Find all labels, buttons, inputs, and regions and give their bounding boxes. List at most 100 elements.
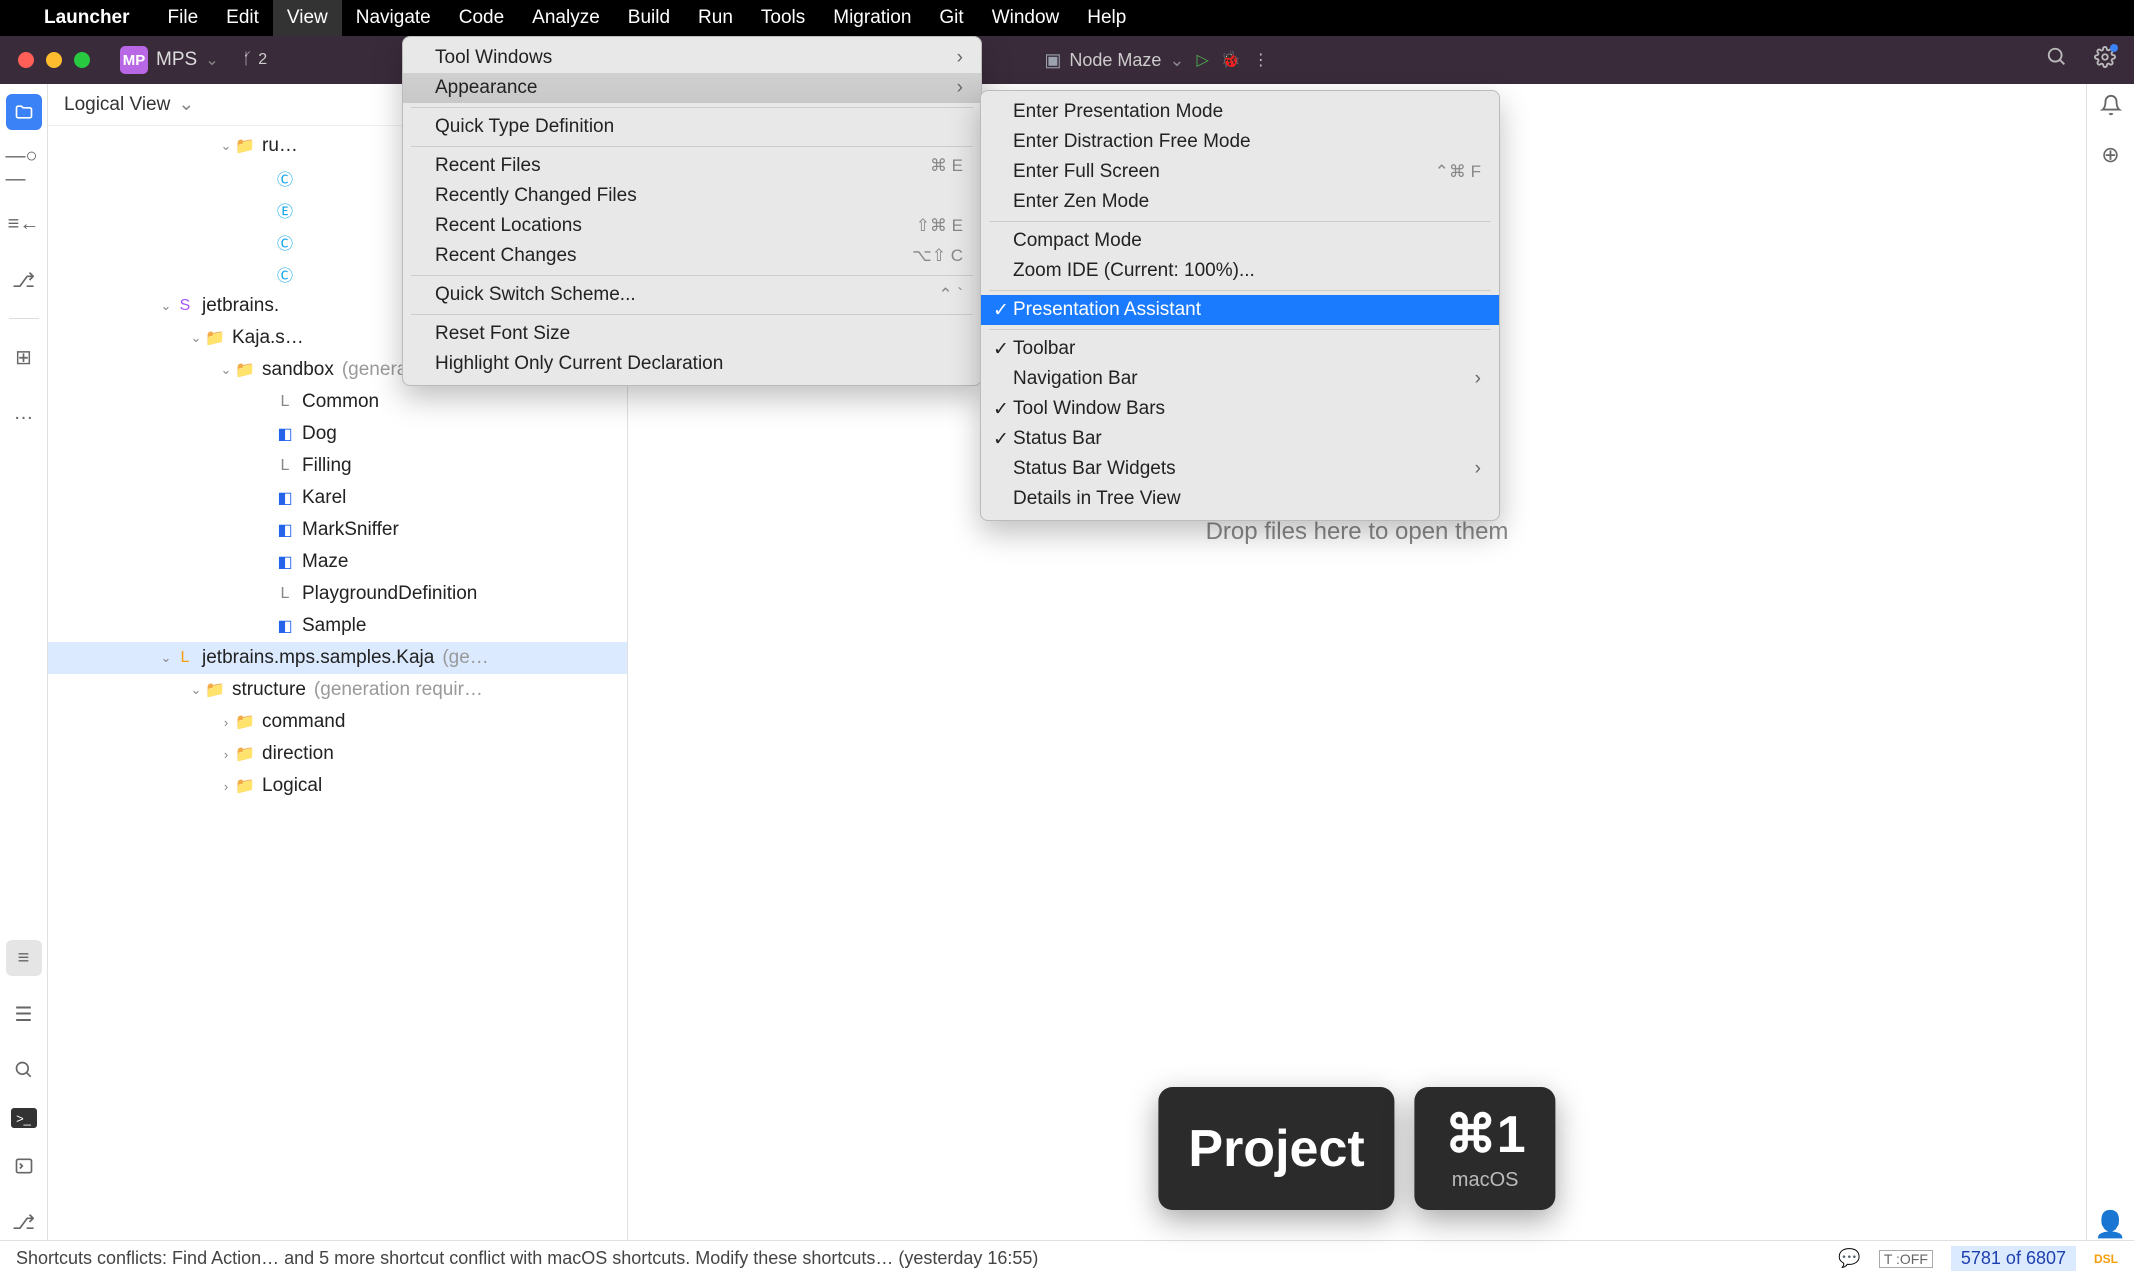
folder-m-icon: 📁 bbox=[234, 136, 256, 156]
tree-row[interactable]: ◧MarkSniffer bbox=[48, 514, 627, 546]
toff-indicator[interactable]: T :OFF bbox=[1879, 1250, 1933, 1268]
debug-icon[interactable]: 🐞 bbox=[1221, 50, 1241, 70]
menu-item[interactable]: Details in Tree View bbox=[981, 484, 1499, 514]
macos-menu-migration[interactable]: Migration bbox=[819, 0, 925, 36]
list-tool-icon[interactable]: ☰ bbox=[6, 996, 42, 1032]
folder-icon: 📁 bbox=[204, 328, 226, 348]
file-counter[interactable]: 5781 of 6807 bbox=[1951, 1246, 2076, 1271]
macos-menu-run[interactable]: Run bbox=[684, 0, 747, 36]
menu-item[interactable]: Enter Presentation Mode bbox=[981, 97, 1499, 127]
tree-row[interactable]: ◧Sample bbox=[48, 610, 627, 642]
run-config-dropdown[interactable]: ▣ Node Maze ⌄ bbox=[1044, 50, 1184, 71]
menu-item[interactable]: Zoom IDE (Current: 100%)... bbox=[981, 256, 1499, 286]
tree-chevron-icon[interactable]: ⌄ bbox=[158, 650, 174, 666]
settings-icon[interactable] bbox=[2094, 46, 2116, 74]
tree-chevron-icon[interactable]: ⌄ bbox=[158, 298, 174, 314]
vcs-branch-icon[interactable]: ᚶ bbox=[243, 51, 253, 69]
menu-item[interactable]: Recent Changes⌥⇧ C bbox=[403, 241, 981, 271]
terminal-tool-icon[interactable]: >_ bbox=[11, 1108, 37, 1128]
menu-item[interactable]: Recently Changed Files bbox=[403, 181, 981, 211]
macos-menu-navigate[interactable]: Navigate bbox=[342, 0, 445, 36]
tree-chevron-icon[interactable]: › bbox=[218, 779, 234, 794]
close-window-icon[interactable] bbox=[18, 52, 34, 68]
menu-item[interactable]: Compact Mode bbox=[981, 226, 1499, 256]
tree-row[interactable]: LPlaygroundDefinition bbox=[48, 578, 627, 610]
tree-row[interactable]: ›📁command bbox=[48, 706, 627, 738]
editor-nav-icon[interactable]: ≡ bbox=[6, 940, 42, 976]
fullscreen-window-icon[interactable] bbox=[74, 52, 90, 68]
macos-menu-code[interactable]: Code bbox=[445, 0, 518, 36]
menu-item[interactable]: Appearance› bbox=[403, 73, 981, 103]
menu-item[interactable]: ✓Presentation Assistant bbox=[981, 295, 1499, 325]
tree-row[interactable]: LFilling bbox=[48, 450, 627, 482]
macos-menu-tools[interactable]: Tools bbox=[747, 0, 819, 36]
menu-item[interactable]: Quick Type Definition bbox=[403, 112, 981, 142]
tree-row[interactable]: LCommon bbox=[48, 386, 627, 418]
app-name[interactable]: Launcher bbox=[44, 7, 130, 29]
menu-shortcut: ⇧⌘ E bbox=[916, 216, 963, 236]
tree-row[interactable]: ◧Dog bbox=[48, 418, 627, 450]
project-badge[interactable]: MP bbox=[120, 46, 148, 74]
macos-menu-analyze[interactable]: Analyze bbox=[518, 0, 614, 36]
tree-chevron-icon[interactable]: ⌄ bbox=[188, 330, 204, 346]
tree-row[interactable]: ◧Karel bbox=[48, 482, 627, 514]
menu-item[interactable]: ✓Status Bar bbox=[981, 424, 1499, 454]
menu-item[interactable]: Quick Switch Scheme...⌃ ` bbox=[403, 280, 981, 310]
menu-item[interactable]: Reset Font Size bbox=[403, 319, 981, 349]
project-tool-icon[interactable] bbox=[6, 94, 42, 130]
macos-menu-file[interactable]: File bbox=[154, 0, 213, 36]
rail-separator bbox=[9, 318, 39, 319]
tree-row[interactable]: ⌄Ljetbrains.mps.samples.Kaja(ge… bbox=[48, 642, 627, 674]
status-message[interactable]: Shortcuts conflicts: Find Action… and 5 … bbox=[16, 1248, 1838, 1269]
tree-chevron-icon[interactable]: ⌄ bbox=[218, 362, 234, 378]
tree-row[interactable]: ›📁Logical bbox=[48, 770, 627, 802]
menu-item[interactable]: Status Bar Widgets› bbox=[981, 454, 1499, 484]
tree-row[interactable]: ◧Maze bbox=[48, 546, 627, 578]
tree-chevron-icon[interactable]: › bbox=[218, 715, 234, 730]
tree-chevron-icon[interactable]: ⌄ bbox=[218, 138, 234, 154]
tree-row[interactable]: ›📁direction bbox=[48, 738, 627, 770]
search-icon[interactable] bbox=[2046, 46, 2068, 74]
commit-tool-icon[interactable]: —○— bbox=[6, 150, 42, 186]
menu-item[interactable]: Recent Files⌘ E bbox=[403, 151, 981, 181]
menu-item[interactable]: Navigation Bar› bbox=[981, 364, 1499, 394]
macos-menu-edit[interactable]: Edit bbox=[212, 0, 273, 36]
menu-item[interactable]: Tool Windows› bbox=[403, 43, 981, 73]
tree-chevron-icon[interactable]: › bbox=[218, 747, 234, 762]
project-name[interactable]: MPS bbox=[156, 49, 197, 71]
meetup-icon[interactable]: ⊕ bbox=[2101, 142, 2119, 168]
menu-item[interactable]: Enter Zen Mode bbox=[981, 187, 1499, 217]
macos-menu-help[interactable]: Help bbox=[1073, 0, 1140, 36]
macos-menu-view[interactable]: View bbox=[273, 0, 342, 36]
chat-icon[interactable]: 💬 bbox=[1838, 1248, 1860, 1269]
menu-item[interactable]: ✓Tool Window Bars bbox=[981, 394, 1499, 424]
avatar-icon[interactable]: 👤 bbox=[2094, 1209, 2126, 1240]
ide-titlebar: MP MPS ⌄ ᚶ 2 ▣ Node Maze ⌄ ▷ 🐞 ⋮ bbox=[0, 36, 2134, 84]
menu-item[interactable]: ✓Toolbar bbox=[981, 334, 1499, 364]
notifications-icon[interactable] bbox=[2100, 94, 2122, 122]
more-actions-icon[interactable]: ⋮ bbox=[1253, 50, 1269, 70]
minimize-window-icon[interactable] bbox=[46, 52, 62, 68]
dsl-widget[interactable]: DSL bbox=[2094, 1252, 2118, 1266]
services-tool-icon[interactable]: ⊞ bbox=[6, 339, 42, 375]
branch-count[interactable]: 2 bbox=[258, 51, 267, 69]
menu-item[interactable]: Recent Locations⇧⌘ E bbox=[403, 211, 981, 241]
macos-menu-window[interactable]: Window bbox=[978, 0, 1074, 36]
git-tool-icon[interactable]: ⎇ bbox=[6, 1204, 42, 1240]
menu-item[interactable]: Highlight Only Current Declaration bbox=[403, 349, 981, 379]
chevron-down-icon[interactable]: ⌄ bbox=[205, 50, 218, 70]
pres-action-card: Project bbox=[1158, 1087, 1394, 1210]
more-tools-icon[interactable]: … bbox=[6, 395, 42, 431]
tree-chevron-icon[interactable]: ⌄ bbox=[188, 682, 204, 698]
pull-requests-icon[interactable]: ⎇ bbox=[6, 262, 42, 298]
tree-label: PlaygroundDefinition bbox=[302, 583, 477, 605]
tree-row[interactable]: ⌄📁structure(generation requir… bbox=[48, 674, 627, 706]
menu-item[interactable]: Enter Full Screen⌃⌘ F bbox=[981, 157, 1499, 187]
structure-tool-icon[interactable]: ≡← bbox=[6, 206, 42, 242]
find-tool-icon[interactable] bbox=[6, 1052, 42, 1088]
macos-menu-git[interactable]: Git bbox=[925, 0, 977, 36]
macos-menu-build[interactable]: Build bbox=[614, 0, 684, 36]
menu-item[interactable]: Enter Distraction Free Mode bbox=[981, 127, 1499, 157]
run-icon[interactable]: ▷ bbox=[1197, 50, 1209, 70]
terminal2-tool-icon[interactable] bbox=[6, 1148, 42, 1184]
